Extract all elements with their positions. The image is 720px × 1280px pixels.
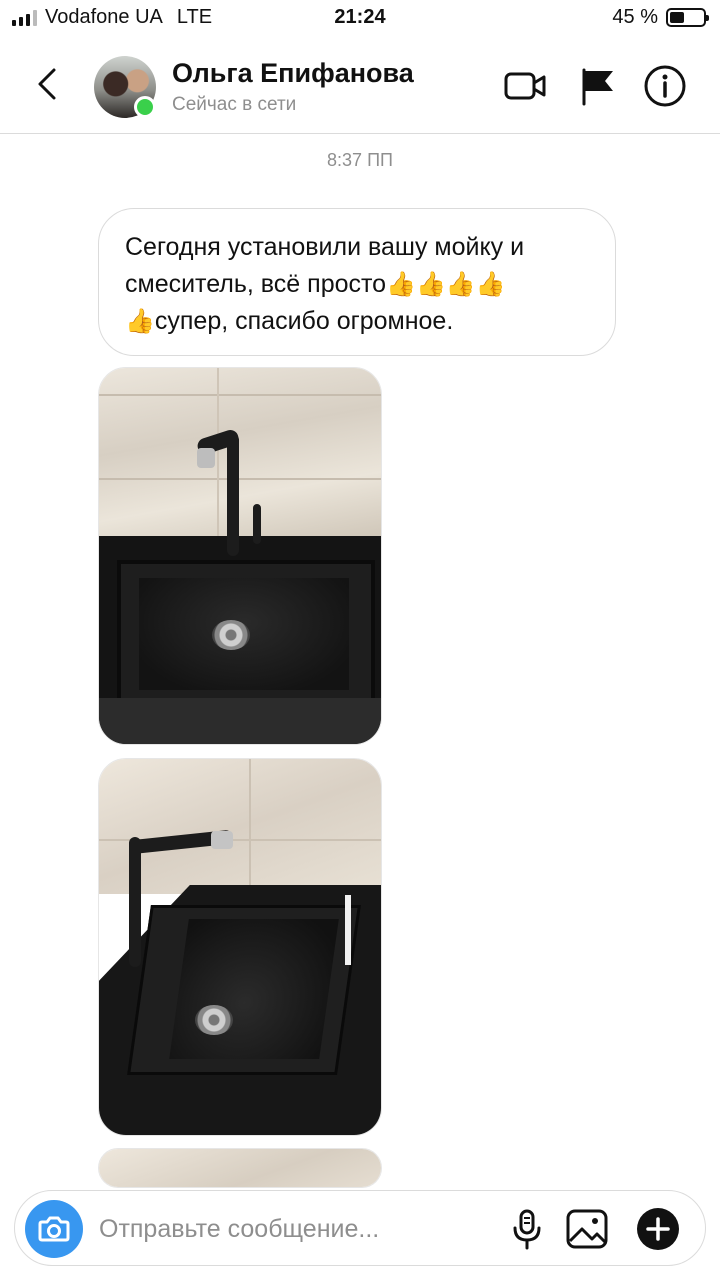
contact-status: Сейчас в сети — [172, 94, 297, 115]
more-options-button[interactable] — [635, 1206, 681, 1252]
photo-message[interactable] — [98, 758, 382, 1136]
message-text: смеситель, всё просто — [125, 270, 387, 298]
sink-drain — [212, 620, 250, 650]
faucet-tip — [211, 831, 233, 849]
sink-basin — [169, 919, 339, 1059]
counter-edge-strip — [345, 895, 351, 965]
chevron-left-icon — [38, 68, 56, 100]
faucet-handle — [253, 504, 261, 544]
camera-icon — [38, 1216, 70, 1242]
photo-message[interactable] — [98, 1148, 382, 1188]
gallery-button[interactable] — [565, 1207, 609, 1251]
faucet — [129, 837, 141, 967]
plus-circle-icon — [637, 1208, 679, 1250]
voice-message-button[interactable] — [505, 1207, 549, 1251]
countertop-edge — [99, 698, 381, 744]
video-camera-icon — [504, 72, 546, 100]
tile-seam — [249, 759, 251, 894]
faucet — [227, 434, 239, 556]
message-line: смеситель, всё просто👍👍👍👍 — [125, 266, 589, 303]
sink-drain — [195, 1005, 233, 1035]
message-text: супер, спасибо огромное. — [154, 307, 454, 335]
faucet-tip — [197, 448, 215, 468]
thumbs-up-emoji: 👍👍👍👍 — [386, 271, 506, 298]
status-bar: Vodafone UA LTE 21:24 45 % — [0, 0, 720, 36]
camera-button[interactable] — [25, 1200, 83, 1258]
tile-seam — [217, 368, 219, 538]
chat-header: Ольга Епифанова Сейчас в сети — [0, 36, 720, 134]
online-status-dot — [134, 96, 156, 118]
wall-tiles — [99, 1149, 381, 1187]
message-timestamp: 8:37 ПП — [327, 150, 393, 170]
wall-tiles — [99, 368, 381, 538]
thumbs-up-emoji: 👍 — [125, 308, 155, 335]
back-button[interactable] — [30, 66, 66, 102]
battery-fill — [670, 12, 685, 23]
wall-tiles — [99, 759, 381, 894]
image-gallery-icon — [566, 1209, 608, 1249]
message-line: Сегодня установили вашу мойку и — [125, 233, 525, 261]
status-right: 45 % — [612, 6, 709, 29]
message-bubble[interactable]: Сегодня установили вашу мойку и смесител… — [98, 208, 616, 356]
contact-name[interactable]: Ольга Епифанова — [172, 58, 414, 89]
microphone-icon — [513, 1209, 541, 1250]
battery-percent: 45 % — [612, 6, 658, 28]
info-icon — [644, 65, 686, 107]
flag-icon — [582, 68, 613, 106]
battery-icon — [666, 8, 709, 27]
info-button[interactable] — [643, 64, 687, 108]
video-call-button[interactable] — [503, 64, 547, 108]
message-input[interactable] — [99, 1211, 489, 1247]
photo-message[interactable] — [98, 367, 382, 745]
message-line: 👍супер, спасибо огромное. — [125, 303, 589, 340]
report-button[interactable] — [576, 64, 620, 108]
message-composer — [14, 1190, 706, 1266]
